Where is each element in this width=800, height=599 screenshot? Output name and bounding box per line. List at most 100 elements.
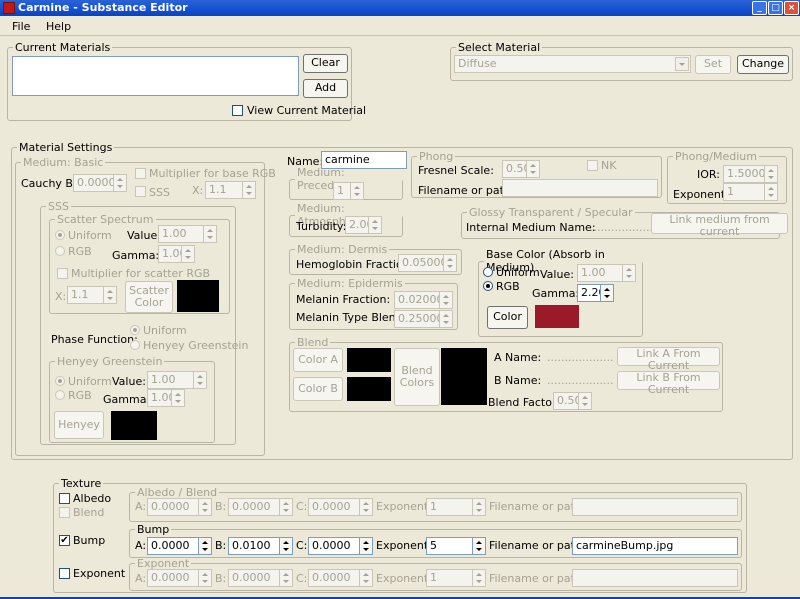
melanin-fraction-input[interactable]: 0.020000 bbox=[394, 291, 440, 309]
base-value-spinner[interactable] bbox=[622, 264, 636, 282]
henyey-gamma-spinner[interactable] bbox=[171, 389, 185, 407]
henyey-gamma-input[interactable]: 1.00 bbox=[147, 389, 172, 407]
current-materials-list[interactable] bbox=[12, 56, 299, 96]
nk-checkbox[interactable] bbox=[587, 160, 598, 171]
dropdown-arrow-icon[interactable] bbox=[675, 57, 689, 71]
scatter-value-spinner[interactable] bbox=[203, 225, 217, 243]
phong-exponent-input[interactable]: 1 bbox=[723, 183, 765, 201]
scatter-color-button[interactable]: Scatter Color bbox=[125, 281, 173, 313]
fresnel-scale-input[interactable]: 0.50 bbox=[502, 160, 527, 178]
change-button[interactable]: Change bbox=[737, 55, 789, 74]
material-dropdown[interactable]: Diffuse bbox=[454, 55, 691, 73]
base-value-input[interactable]: 1.00 bbox=[577, 264, 623, 282]
blend-colors-button[interactable]: Blend Colors bbox=[394, 348, 440, 406]
albedo-checkbox[interactable] bbox=[59, 493, 70, 504]
minimize-button[interactable]: _ bbox=[752, 1, 767, 15]
base-x-spinner[interactable] bbox=[242, 181, 256, 199]
henyey-uniform-radio[interactable] bbox=[55, 376, 65, 386]
exp-exponent-spinner[interactable] bbox=[472, 569, 486, 587]
melanin-fraction-spinner[interactable] bbox=[439, 291, 453, 309]
albedo-c-input[interactable]: 0.0000 bbox=[308, 498, 360, 516]
bump-exponent-input[interactable]: 5 bbox=[426, 537, 473, 555]
view-current-material-checkbox[interactable] bbox=[232, 105, 243, 116]
blend-factor-input[interactable]: 0.50 bbox=[553, 392, 579, 410]
cauchy-b-spinner[interactable] bbox=[113, 174, 127, 192]
bump-c-input[interactable]: 0.0000 bbox=[308, 537, 360, 555]
henyey-value-spinner[interactable] bbox=[193, 371, 207, 389]
scatter-rgb-radio[interactable] bbox=[55, 246, 65, 256]
bump-checkbox[interactable]: ✔ bbox=[59, 535, 70, 546]
turbidity-spinner[interactable] bbox=[368, 216, 382, 234]
set-button[interactable]: Set bbox=[695, 55, 731, 74]
bump-filename-input[interactable]: carmineBump.jpg bbox=[572, 537, 738, 555]
link-a-button[interactable]: Link A From Current bbox=[617, 347, 720, 372]
base-uniform-radio[interactable] bbox=[483, 267, 493, 277]
albedo-b-input[interactable]: 0.0000 bbox=[228, 498, 280, 516]
exp-b-input[interactable]: 0.0000 bbox=[228, 569, 280, 587]
blend-texture-checkbox[interactable] bbox=[59, 507, 70, 518]
clear-button[interactable]: Clear bbox=[303, 54, 348, 73]
exponent-checkbox[interactable] bbox=[59, 568, 70, 579]
melanin-type-blend-spinner[interactable] bbox=[439, 310, 453, 328]
exp-filename-input[interactable] bbox=[572, 569, 738, 587]
fresnel-scale-spinner[interactable] bbox=[526, 160, 540, 178]
exp-a-spinner[interactable] bbox=[198, 569, 212, 587]
scatter-value-input[interactable]: 1.00 bbox=[158, 225, 204, 243]
henyey-button[interactable]: Henyey bbox=[54, 411, 104, 439]
base-x-input[interactable]: 1.1 bbox=[205, 181, 243, 199]
albedo-c-spinner[interactable] bbox=[359, 498, 373, 516]
bump-b-input[interactable]: 0.0100 bbox=[228, 537, 280, 555]
maximize-button[interactable]: □ bbox=[768, 1, 783, 15]
multiplier-base-rgb-checkbox[interactable] bbox=[135, 168, 146, 179]
exp-c-spinner[interactable] bbox=[359, 569, 373, 587]
scatter-gamma-spinner[interactable] bbox=[181, 245, 195, 263]
base-gamma-input[interactable]: 2.20 bbox=[577, 284, 601, 302]
base-color-button[interactable]: Color bbox=[487, 306, 528, 329]
albedo-exponent-spinner[interactable] bbox=[472, 498, 486, 516]
exp-c-input[interactable]: 0.0000 bbox=[308, 569, 360, 587]
albedo-b-spinner[interactable] bbox=[279, 498, 293, 516]
base-rgb-radio[interactable] bbox=[483, 281, 493, 291]
exp-a-input[interactable]: 0.0000 bbox=[147, 569, 199, 587]
scatter-x-input[interactable]: 1.1 bbox=[67, 286, 104, 304]
albedo-a-spinner[interactable] bbox=[198, 498, 212, 516]
bump-c-spinner[interactable] bbox=[359, 537, 373, 555]
exp-exponent-input[interactable]: 1 bbox=[426, 569, 473, 587]
menu-file[interactable]: File bbox=[12, 20, 30, 33]
turbidity-input[interactable]: 2.00 bbox=[345, 216, 369, 234]
add-button[interactable]: Add bbox=[303, 79, 348, 98]
ior-input[interactable]: 1.50000 bbox=[723, 165, 765, 183]
blend-factor-spinner[interactable] bbox=[578, 392, 592, 410]
scatter-uniform-radio[interactable] bbox=[55, 230, 65, 240]
hemoglobin-input[interactable]: 0.050000 bbox=[398, 254, 444, 272]
henyey-value-input[interactable]: 1.00 bbox=[147, 371, 194, 389]
albedo-exponent-input[interactable]: 1 bbox=[426, 498, 473, 516]
close-button[interactable]: × bbox=[784, 1, 799, 15]
scatter-x-spinner[interactable] bbox=[103, 286, 117, 304]
exp-b-spinner[interactable] bbox=[279, 569, 293, 587]
base-gamma-spinner[interactable] bbox=[600, 284, 614, 302]
phong-filename-input[interactable] bbox=[502, 179, 658, 197]
link-medium-button[interactable]: Link medium from current bbox=[651, 213, 788, 238]
phase-henyey-radio[interactable] bbox=[130, 340, 140, 350]
bump-a-input[interactable]: 0.0000 bbox=[147, 537, 199, 555]
color-a-button[interactable]: Color A bbox=[293, 348, 343, 372]
menu-help[interactable]: Help bbox=[46, 20, 71, 33]
scatter-gamma-input[interactable]: 1.00 bbox=[158, 245, 183, 263]
ior-spinner[interactable] bbox=[764, 165, 778, 183]
bump-b-spinner[interactable] bbox=[279, 537, 293, 555]
albedo-a-input[interactable]: 0.0000 bbox=[147, 498, 199, 516]
link-b-button[interactable]: Link B From Current bbox=[617, 371, 720, 396]
phase-uniform-radio[interactable] bbox=[130, 325, 140, 335]
phong-exponent-spinner[interactable] bbox=[764, 183, 778, 201]
melanin-type-blend-input[interactable]: 0.250000 bbox=[394, 310, 440, 328]
hemoglobin-spinner[interactable] bbox=[443, 254, 457, 272]
henyey-rgb-radio[interactable] bbox=[55, 390, 65, 400]
precedence-spinner[interactable] bbox=[350, 182, 364, 200]
color-b-button[interactable]: Color B bbox=[293, 377, 343, 401]
sss-checkbox[interactable] bbox=[135, 186, 146, 197]
bump-exponent-spinner[interactable] bbox=[472, 537, 486, 555]
cauchy-b-input[interactable]: 0.00000 bbox=[73, 174, 114, 192]
albedo-filename-input[interactable] bbox=[572, 498, 738, 516]
bump-a-spinner[interactable] bbox=[198, 537, 212, 555]
